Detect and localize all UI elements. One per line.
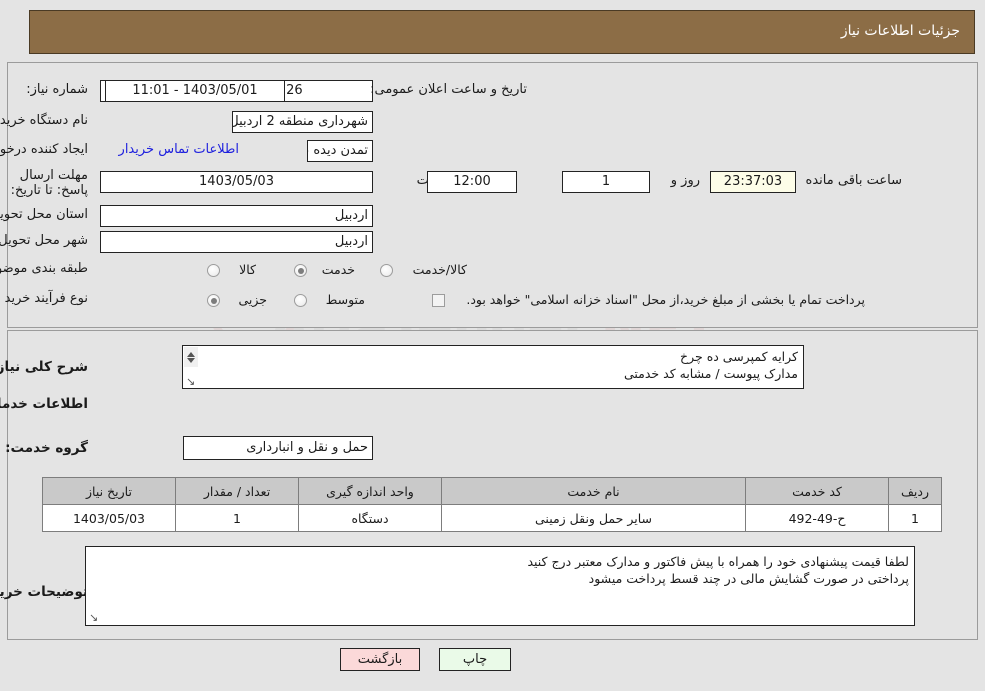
delivery-city-label: شهر محل تحویل: xyxy=(0,233,88,248)
announcement-value: 1403/05/01 - 11:01 xyxy=(105,80,285,102)
table-row: 1 ح-49-492 سایر حمل ونقل زمینی دستگاه 1 … xyxy=(42,504,942,532)
purchase-radio-minor[interactable] xyxy=(207,294,220,307)
print-button[interactable]: چاپ xyxy=(439,648,511,671)
countdown-timer-value: 23:37:03 xyxy=(710,171,796,193)
buyer-org-label: نام دستگاه خریدار: xyxy=(0,113,88,128)
purchase-radio-medium[interactable] xyxy=(294,294,307,307)
col-qty: تعداد / مقدار xyxy=(175,477,299,505)
general-description-line-2: مدارک پیوست / مشابه کد خدمتی xyxy=(623,366,798,381)
col-row: ردیف xyxy=(888,477,942,505)
category-radio-goods[interactable] xyxy=(207,264,220,277)
page-title: جزئیات اطلاعات نیاز xyxy=(840,23,960,39)
category-option-goods: کالا xyxy=(239,262,256,277)
buyer-contact-link[interactable]: اطلاعات تماس خریدار xyxy=(119,142,239,157)
creator-label: ایجاد کننده درخواست: xyxy=(0,142,88,157)
cell-qty: 1 xyxy=(175,504,299,532)
general-description-line-1: کرایه کمپرسی ده چرخ xyxy=(680,349,798,364)
treasury-bonds-note: پرداخت تمام یا بخشی از مبلغ خرید،از محل … xyxy=(466,292,865,307)
countdown-label: ساعت باقی مانده xyxy=(805,173,902,188)
general-description-label: شرح کلی نیاز: xyxy=(0,359,88,375)
col-date: تاریخ نیاز xyxy=(42,477,176,505)
deadline-time-value: 12:00 xyxy=(427,171,517,193)
cell-name: سایر حمل ونقل زمینی xyxy=(441,504,746,532)
purchase-option-medium: متوسط xyxy=(325,292,365,307)
deadline-label: مهلت ارسال پاسخ: تا تاریخ: xyxy=(10,168,88,198)
cell-date: 1403/05/03 xyxy=(42,504,176,532)
cell-row: 1 xyxy=(888,504,942,532)
cell-code: ح-49-492 xyxy=(745,504,889,532)
buyer-comments-line-2: پرداختی در صورت گشایش مالی در چند قسط پر… xyxy=(588,571,909,586)
buyer-comments-line-1: لطفا قیمت پیشنهادی خود را همراه با پیش ف… xyxy=(527,554,909,569)
services-heading: اطلاعات خدمات مورد نیاز xyxy=(0,396,88,412)
category-radio-goods-service[interactable] xyxy=(380,264,393,277)
buyer-comments-textarea[interactable]: لطفا قیمت پیشنهادی خود را همراه با پیش ف… xyxy=(85,546,915,626)
category-option-goods-service: کالا/خدمت xyxy=(412,262,467,277)
cell-unit: دستگاه xyxy=(298,504,442,532)
comments-resize-grip[interactable]: ↘ xyxy=(89,612,98,623)
table-header-row: ردیف کد خدمت نام خدمت واحد اندازه گیری ت… xyxy=(42,477,942,505)
service-group-value: حمل و نقل و انبارداری xyxy=(183,436,373,460)
col-unit: واحد اندازه گیری xyxy=(298,477,442,505)
buyer-org-value: شهرداری منطقه 2 اردبیل xyxy=(232,111,373,133)
page-header-bar: جزئیات اطلاعات نیاز xyxy=(29,10,975,54)
services-table: ردیف کد خدمت نام خدمت واحد اندازه گیری ت… xyxy=(42,477,942,532)
delivery-province-value: اردبیل xyxy=(100,205,373,227)
back-button[interactable]: بازگشت xyxy=(340,648,420,671)
need-number-label: شماره نیاز: xyxy=(26,82,88,97)
col-name: نام خدمت xyxy=(441,477,746,505)
description-resize-grip[interactable]: ↘ xyxy=(186,376,195,387)
general-description-textarea[interactable]: کرایه کمپرسی ده چرخ مدارک پیوست / مشابه … xyxy=(182,345,804,389)
page-root: AriaTender.NET جزئیات اطلاعات نیاز شماره… xyxy=(0,0,985,691)
scroll-down-icon[interactable] xyxy=(187,357,195,363)
announcement-label: تاریخ و ساعت اعلان عمومی: xyxy=(370,82,527,97)
service-group-label: گروه خدمت: xyxy=(5,440,88,456)
buyer-comments-label: توضیحات خریدار: xyxy=(0,584,88,600)
description-scrollbar[interactable] xyxy=(184,347,198,367)
delivery-city-value: اردبیل xyxy=(100,231,373,253)
treasury-bonds-checkbox[interactable] xyxy=(432,294,445,307)
category-radio-service[interactable] xyxy=(294,264,307,277)
creator-value: تمدن دیده بان کاربردازی شهرداری منطقه 2 … xyxy=(307,140,373,162)
category-label: طبقه بندی موضوعی: xyxy=(0,261,88,276)
scroll-up-icon[interactable] xyxy=(187,351,195,357)
purchase-option-minor: جزیی xyxy=(238,292,267,307)
purchase-type-label: نوع فرآیند خرید : xyxy=(0,291,88,306)
remaining-days-value: 1 xyxy=(562,171,650,193)
category-option-service: خدمت xyxy=(321,262,355,277)
col-code: کد خدمت xyxy=(745,477,889,505)
days-label: روز و xyxy=(670,173,700,188)
delivery-province-label: استان محل تحویل: xyxy=(0,207,88,222)
deadline-date-value: 1403/05/03 xyxy=(100,171,373,193)
